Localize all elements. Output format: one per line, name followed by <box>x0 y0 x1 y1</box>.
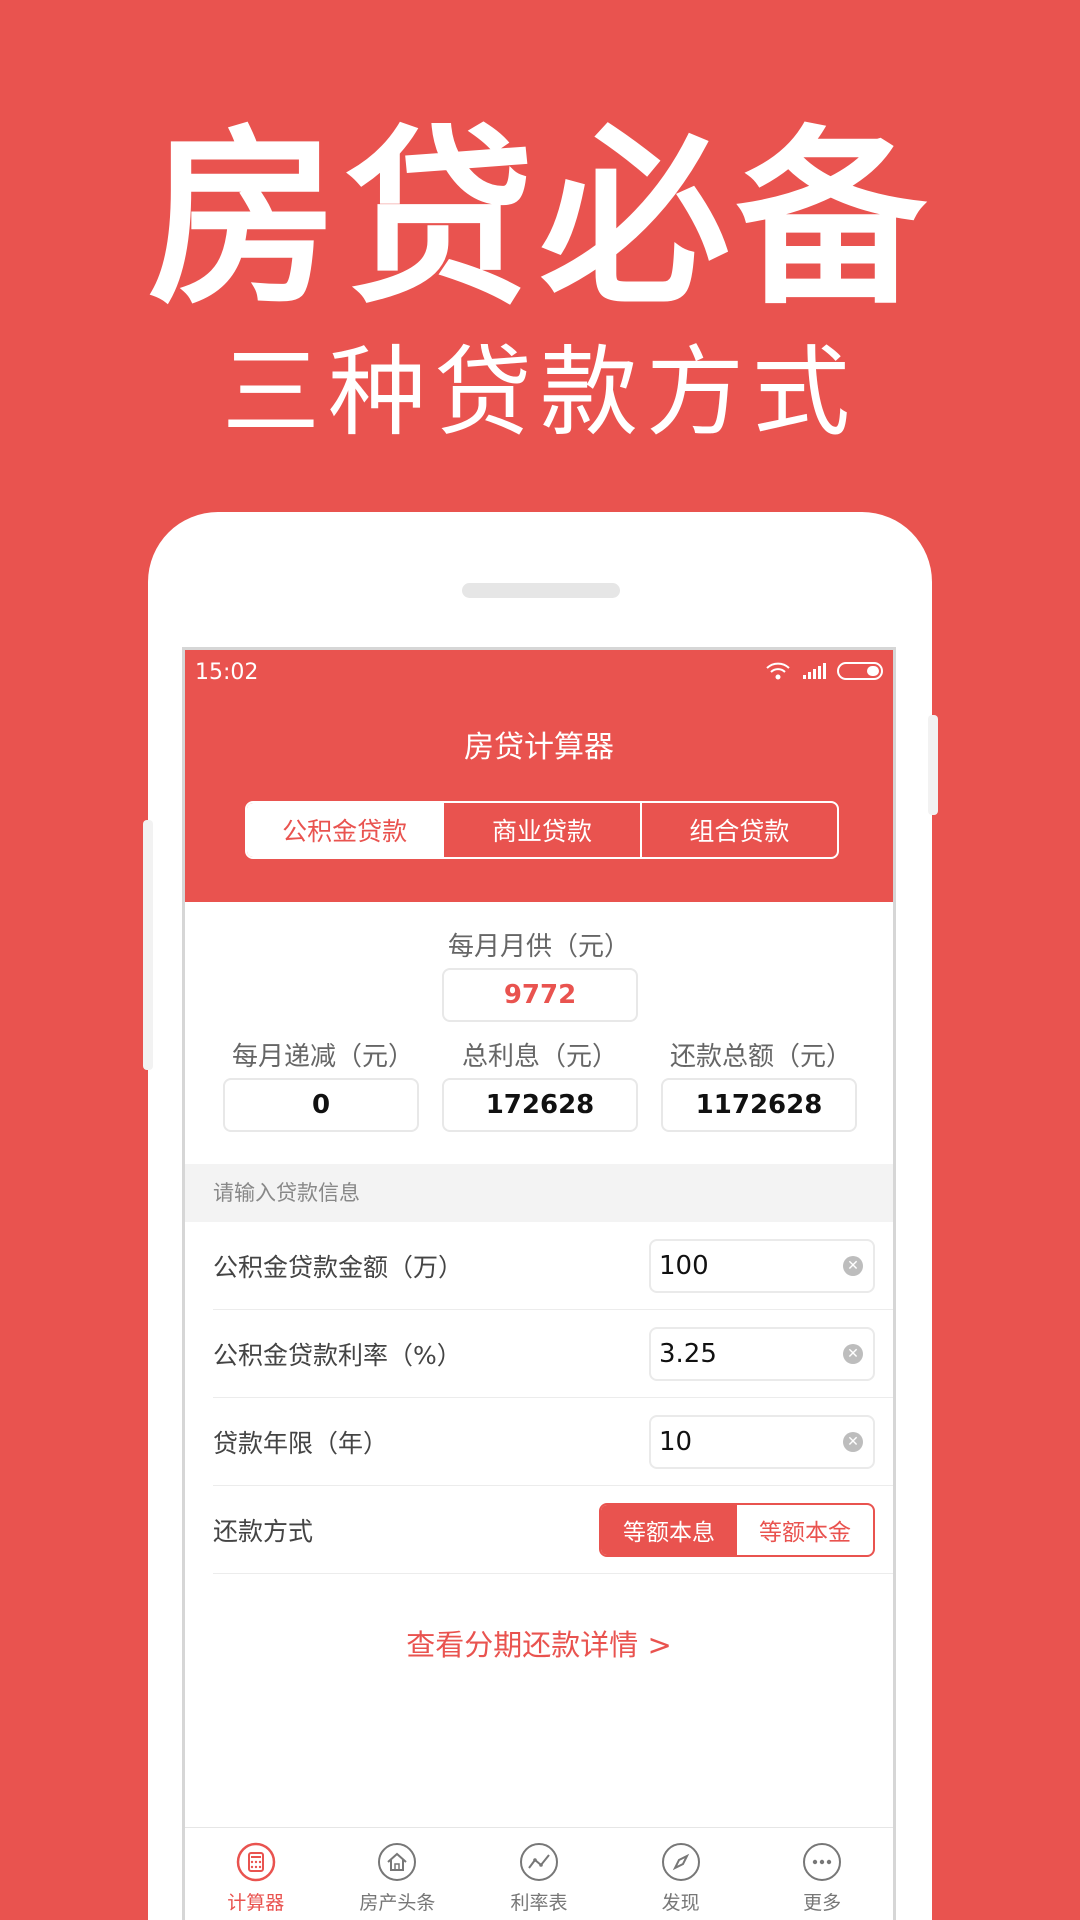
status-icons <box>765 662 883 680</box>
nav-label: 计算器 <box>227 1892 285 1914</box>
loan-info-section-header: 请输入贷款信息 <box>185 1164 893 1222</box>
equal-principal-option[interactable]: 等额本金 <box>737 1505 873 1555</box>
nav-label: 房产头条 <box>359 1892 436 1914</box>
wifi-icon <box>766 662 790 680</box>
phone-side-button-right <box>928 715 938 815</box>
loan-amount-row: 公积金贷款金额（万） 100 ✕ <box>213 1222 893 1310</box>
equal-installment-option[interactable]: 等额本息 <box>601 1504 737 1555</box>
more-dots-icon <box>803 1843 842 1881</box>
repay-method-row: 还款方式 等额本息 等额本金 <box>213 1486 893 1574</box>
tab-combined-loan[interactable]: 组合贷款 <box>642 803 837 857</box>
clear-icon[interactable]: ✕ <box>843 1431 863 1452</box>
clear-icon[interactable]: ✕ <box>843 1255 863 1276</box>
tab-commercial-loan[interactable]: 商业贷款 <box>444 803 642 857</box>
phone-speaker <box>462 583 620 598</box>
loan-rate-input[interactable]: 3.25 ✕ <box>649 1326 875 1381</box>
clear-icon[interactable]: ✕ <box>843 1343 863 1364</box>
nav-label: 利率表 <box>510 1892 568 1914</box>
total-repayment-value: 1172628 <box>661 1078 857 1132</box>
loan-type-tabs: 公积金贷款 商业贷款 组合贷款 <box>245 801 839 859</box>
battery-icon <box>837 662 883 680</box>
loan-amount-input[interactable]: 100 ✕ <box>649 1238 875 1293</box>
loan-rate-row: 公积金贷款利率（%） 3.25 ✕ <box>213 1310 893 1398</box>
nav-item-real-estate-news[interactable]: 房产头条 <box>327 1828 469 1920</box>
app-header: 15:02 房贷计算器 公积金贷款 商业贷款 组合贷款 <box>185 650 893 902</box>
total-interest-label: 总利息（元） <box>461 1042 618 1072</box>
app-title: 房贷计算器 <box>464 730 614 765</box>
monthly-decrease-value: 0 <box>223 1078 419 1132</box>
status-bar: 15:02 <box>185 650 893 696</box>
total-interest-value: 172628 <box>442 1078 638 1132</box>
monthly-payment-value: 9772 <box>442 968 638 1022</box>
loan-term-row: 贷款年限（年） 10 ✕ <box>213 1398 893 1486</box>
bottom-nav: 计算器 房产头条 利率表 发现 更多 <box>185 1827 893 1920</box>
promo-subtitle: 三种贷款方式 <box>221 336 858 450</box>
total-repayment-label: 还款总额（元） <box>669 1042 852 1072</box>
nav-label: 发现 <box>661 1892 700 1914</box>
nav-label: 更多 <box>803 1892 842 1914</box>
tab-housing-fund-loan[interactable]: 公积金贷款 <box>247 803 445 857</box>
monthly-payment-label: 每月月供（元） <box>447 932 630 962</box>
results-panel: 每月月供（元） 9772 每月递减（元） 0 总利息（元） 172628 还款总… <box>185 902 893 1178</box>
status-time: 15:02 <box>195 660 259 685</box>
nav-item-rate-table[interactable]: 利率表 <box>468 1828 610 1920</box>
trend-chart-icon <box>519 1843 558 1881</box>
repay-method-toggle: 等额本息 等额本金 <box>599 1502 875 1557</box>
loan-amount-value[interactable]: 100 <box>659 1251 843 1281</box>
calculator-icon <box>236 1842 276 1882</box>
nav-item-calculator[interactable]: 计算器 <box>185 1828 327 1920</box>
signal-icon <box>803 663 826 679</box>
compass-icon <box>661 1843 700 1881</box>
loan-term-value[interactable]: 10 <box>659 1427 843 1457</box>
promo-title: 房贷必备 <box>147 109 932 330</box>
nav-item-more[interactable]: 更多 <box>751 1828 893 1920</box>
house-icon <box>378 1843 417 1881</box>
loan-rate-value[interactable]: 3.25 <box>659 1339 843 1369</box>
phone-screen: 15:02 房贷计算器 公积金贷款 商业贷款 组合贷款 每月月供（元） 9772… <box>182 647 896 1920</box>
loan-term-input[interactable]: 10 ✕ <box>649 1414 875 1469</box>
phone-side-button-left <box>143 820 153 1070</box>
monthly-decrease-label: 每月递减（元） <box>231 1042 414 1072</box>
view-installment-details-link[interactable]: 查看分期还款详情 > <box>185 1622 893 1664</box>
nav-item-discover[interactable]: 发现 <box>610 1828 752 1920</box>
